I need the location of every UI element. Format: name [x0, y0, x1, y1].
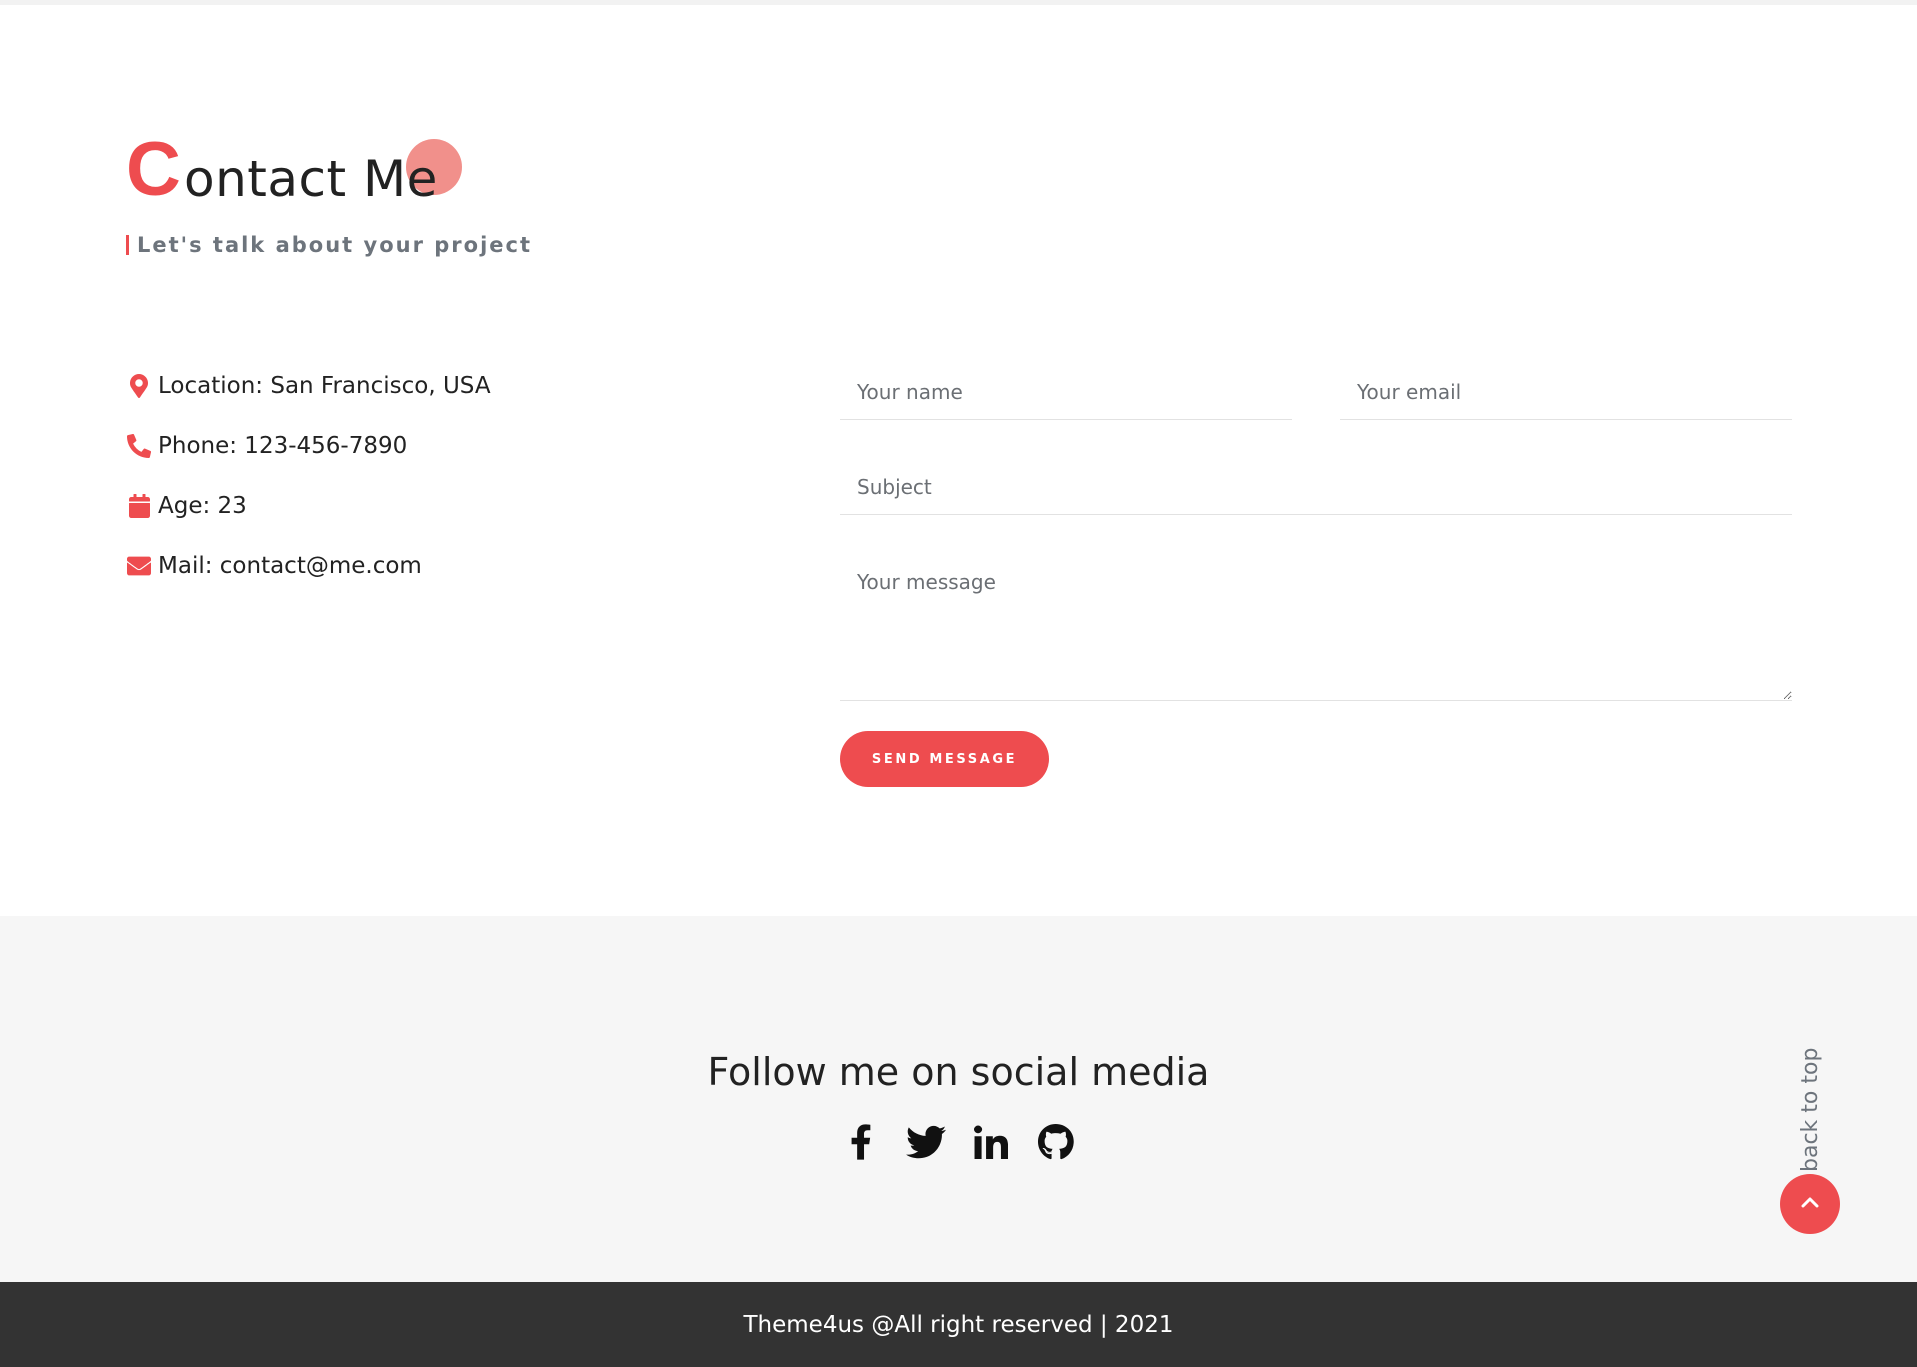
info-phone: Phone: 123-456-7890: [126, 431, 491, 461]
chevron-up-icon: [1801, 1195, 1819, 1213]
info-phone-text: Phone: 123-456-7890: [158, 433, 408, 459]
back-to-top[interactable]: back to top: [1780, 1000, 1840, 1235]
info-age: Age: 23: [126, 491, 491, 521]
back-to-top-button[interactable]: [1780, 1174, 1840, 1234]
twitter-icon[interactable]: [906, 1121, 947, 1162]
social-section: Follow me on social media: [0, 916, 1917, 1282]
phone-icon: [126, 433, 152, 459]
name-input[interactable]: [840, 365, 1292, 420]
footer-copyright: Theme4us @All right reserved | 2021: [743, 1311, 1174, 1338]
subject-input[interactable]: [840, 459, 1792, 515]
info-location: Location: San Francisco, USA: [126, 371, 491, 401]
info-mail: Mail: contact@me.com: [126, 551, 491, 581]
info-mail-text: Mail: contact@me.com: [158, 553, 422, 579]
subtitle-accent-bar: [126, 235, 129, 255]
linkedin-icon[interactable]: [971, 1121, 1012, 1162]
facebook-icon[interactable]: [841, 1121, 882, 1162]
contact-info-list: Location: San Francisco, USA Phone: 123-…: [126, 371, 491, 611]
contact-subtitle: Let's talk about your project: [126, 233, 532, 257]
info-age-text: Age: 23: [158, 493, 247, 519]
map-marker-icon: [126, 373, 152, 399]
heading-first-letter: C: [126, 127, 181, 212]
social-title: Follow me on social media: [707, 1050, 1210, 1094]
subtitle-text: Let's talk about your project: [137, 233, 532, 257]
email-input[interactable]: [1340, 365, 1792, 420]
contact-section: C ontact Me Let's talk about your projec…: [0, 5, 1917, 916]
info-location-text: Location: San Francisco, USA: [158, 373, 491, 399]
calendar-icon: [126, 493, 152, 519]
heading-text: ontact Me: [184, 150, 438, 208]
envelope-icon: [126, 553, 152, 579]
footer: Theme4us @All right reserved | 2021: [0, 1282, 1917, 1367]
social-icons: [0, 1121, 1917, 1162]
send-message-button[interactable]: SEND MESSAGE: [840, 731, 1049, 787]
back-to-top-label[interactable]: back to top: [1798, 1048, 1823, 1172]
message-textarea[interactable]: [840, 552, 1792, 701]
github-icon[interactable]: [1036, 1121, 1077, 1162]
